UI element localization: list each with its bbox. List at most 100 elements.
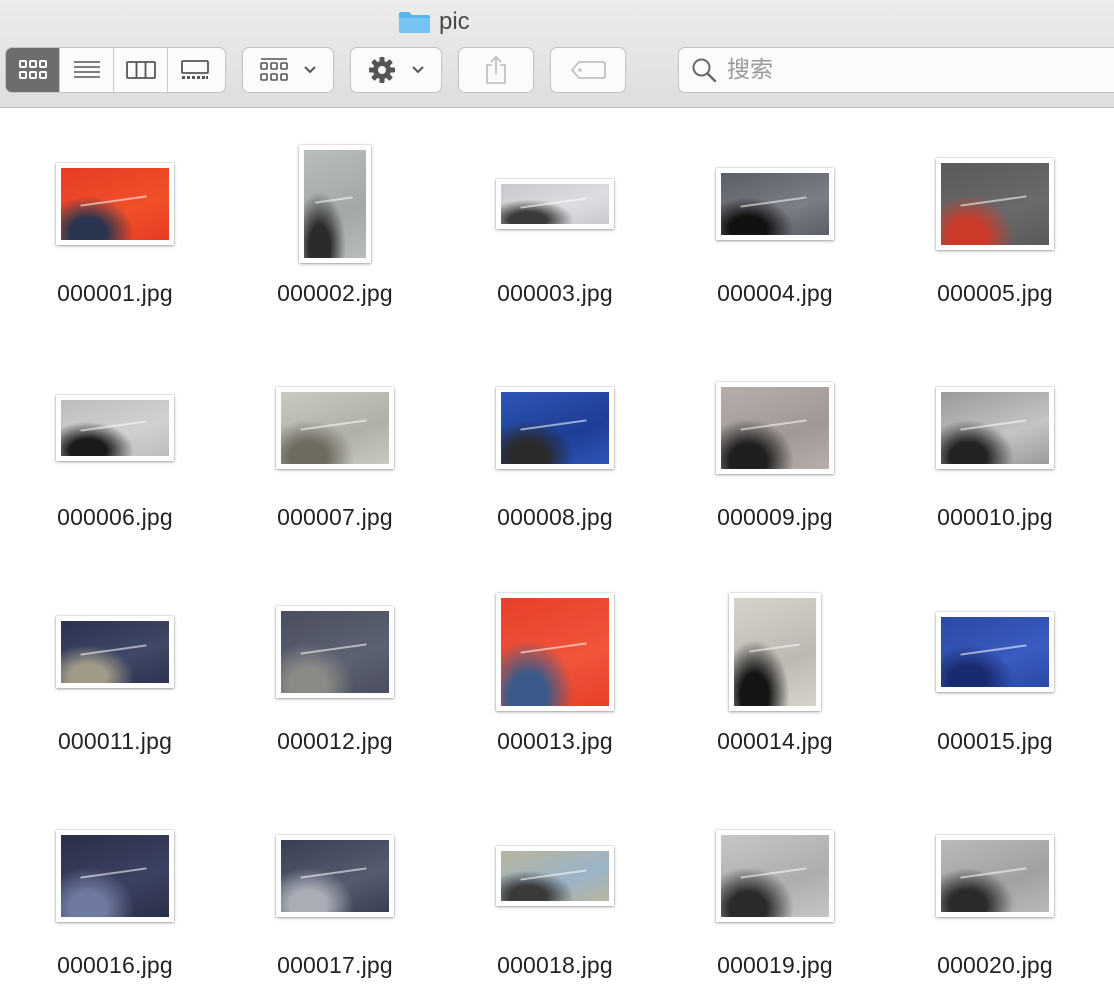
- file-name-label: 000014.jpg: [717, 728, 833, 754]
- image-thumbnail[interactable]: [936, 612, 1054, 692]
- file-item[interactable]: 000017.jpg: [225, 796, 445, 1008]
- file-name-label: 000004.jpg: [717, 280, 833, 306]
- scratch-mark: [520, 197, 588, 209]
- image-thumbnail[interactable]: [729, 593, 821, 711]
- thumbnail-area: [665, 572, 885, 732]
- file-item[interactable]: 000011.jpg: [5, 572, 225, 796]
- file-item[interactable]: 000018.jpg: [445, 796, 665, 1008]
- image-thumbnail[interactable]: [56, 616, 174, 688]
- thumbnail-area: [665, 796, 885, 956]
- file-name-label: 000017.jpg: [277, 952, 393, 978]
- image-thumbnail[interactable]: [276, 606, 394, 698]
- search-field[interactable]: [678, 47, 1114, 93]
- image-thumbnail[interactable]: [716, 382, 834, 474]
- scratch-mark: [80, 867, 148, 879]
- group-grid-icon: [260, 58, 288, 81]
- image-thumbnail[interactable]: [716, 168, 834, 240]
- image-thumbnail[interactable]: [496, 593, 614, 711]
- search-input[interactable]: [727, 57, 1087, 83]
- file-item[interactable]: 000001.jpg: [5, 124, 225, 348]
- file-item[interactable]: 000013.jpg: [445, 572, 665, 796]
- tag-button[interactable]: [550, 47, 626, 93]
- file-item[interactable]: 000020.jpg: [885, 796, 1105, 1008]
- scratch-mark: [300, 419, 368, 432]
- image-thumbnail[interactable]: [276, 387, 394, 469]
- file-item[interactable]: 000010.jpg: [885, 348, 1105, 572]
- image-thumbnail[interactable]: [56, 830, 174, 922]
- list-view-button[interactable]: [60, 48, 114, 92]
- file-item[interactable]: 000014.jpg: [665, 572, 885, 796]
- scratch-mark: [520, 419, 588, 432]
- thumbnail-image: [941, 617, 1049, 687]
- file-item[interactable]: 000019.jpg: [665, 796, 885, 1008]
- scratch-mark: [960, 195, 1028, 207]
- image-thumbnail[interactable]: [496, 387, 614, 469]
- thumbnail-area: [225, 348, 445, 508]
- file-item[interactable]: 000008.jpg: [445, 348, 665, 572]
- scratch-mark: [960, 867, 1028, 880]
- gallery-view-button[interactable]: [168, 48, 222, 92]
- thumbnail-area: [445, 796, 665, 956]
- scratch-mark: [80, 420, 148, 432]
- thumbnail-area: [665, 348, 885, 508]
- file-name-label: 000011.jpg: [57, 728, 173, 754]
- scratch-mark: [960, 419, 1028, 432]
- thumbnail-area: [5, 124, 225, 284]
- image-thumbnail[interactable]: [936, 835, 1054, 917]
- image-thumbnail[interactable]: [56, 163, 174, 245]
- scratch-mark: [80, 195, 148, 208]
- image-thumbnail[interactable]: [56, 395, 174, 461]
- file-item[interactable]: 000012.jpg: [225, 572, 445, 796]
- file-item[interactable]: 000003.jpg: [445, 124, 665, 348]
- group-by-button[interactable]: [242, 47, 334, 93]
- window-title-text: pic: [439, 8, 470, 35]
- action-button[interactable]: [350, 47, 442, 93]
- share-button[interactable]: [458, 47, 534, 93]
- image-thumbnail[interactable]: [496, 179, 614, 229]
- thumbnail-area: [5, 348, 225, 508]
- thumbnail-image: [61, 400, 169, 456]
- image-thumbnail[interactable]: [936, 158, 1054, 250]
- file-item[interactable]: 000005.jpg: [885, 124, 1105, 348]
- file-item[interactable]: 000016.jpg: [5, 796, 225, 1008]
- thumbnail-image: [941, 392, 1049, 464]
- thumbnail-area: [445, 572, 665, 732]
- thumbnail-image: [501, 184, 609, 224]
- thumbnail-image: [501, 392, 609, 464]
- file-name-label: 000015.jpg: [937, 728, 1053, 754]
- file-name-label: 000002.jpg: [277, 280, 393, 306]
- thumbnail-area: [225, 572, 445, 732]
- image-thumbnail[interactable]: [936, 387, 1054, 469]
- scratch-mark: [300, 643, 368, 655]
- file-name-label: 000020.jpg: [937, 952, 1053, 978]
- thumbnail-area: [665, 124, 885, 284]
- thumbnail-image: [941, 163, 1049, 245]
- file-item[interactable]: 000009.jpg: [665, 348, 885, 572]
- scratch-mark: [748, 643, 800, 653]
- file-item[interactable]: 000015.jpg: [885, 572, 1105, 796]
- file-item[interactable]: 000004.jpg: [665, 124, 885, 348]
- image-thumbnail[interactable]: [276, 835, 394, 917]
- file-name-label: 000003.jpg: [497, 280, 613, 306]
- thumbnail-area: [885, 348, 1105, 508]
- thumbnail-image: [61, 835, 169, 917]
- column-view-button[interactable]: [114, 48, 168, 92]
- image-thumbnail[interactable]: [716, 830, 834, 922]
- scratch-mark: [740, 419, 808, 431]
- chevron-down-icon: [412, 66, 424, 74]
- image-thumbnail[interactable]: [496, 846, 614, 906]
- finder-toolbar: pic: [0, 0, 1114, 108]
- columns-icon: [125, 61, 156, 79]
- thumbnail-image: [304, 150, 366, 258]
- thumbnail-image: [281, 392, 389, 464]
- file-item[interactable]: 000002.jpg: [225, 124, 445, 348]
- thumbnail-area: [885, 572, 1105, 732]
- icon-view-button[interactable]: [6, 48, 60, 92]
- file-item[interactable]: 000006.jpg: [5, 348, 225, 572]
- thumbnail-area: [445, 124, 665, 284]
- thumbnail-image: [281, 611, 389, 693]
- folder-icon: [399, 12, 430, 33]
- file-item[interactable]: 000007.jpg: [225, 348, 445, 572]
- image-thumbnail[interactable]: [299, 145, 371, 263]
- scratch-mark: [300, 867, 368, 880]
